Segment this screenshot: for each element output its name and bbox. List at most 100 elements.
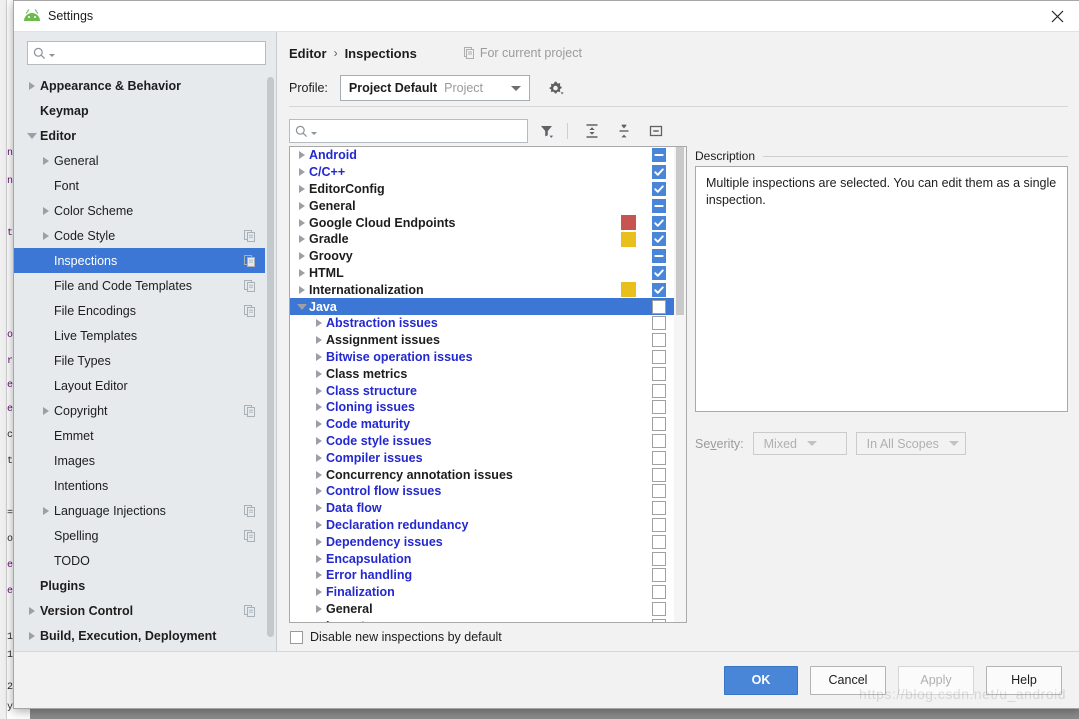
inspection-row[interactable]: C/C++ (290, 164, 674, 181)
inspection-checkbox[interactable] (652, 400, 666, 415)
chevron-right-icon[interactable] (312, 336, 326, 345)
inspection-checkbox[interactable] (652, 165, 666, 180)
inspection-row[interactable]: Java (290, 298, 674, 315)
chevron-right-icon[interactable] (312, 319, 326, 328)
chevron-right-icon[interactable] (24, 631, 40, 640)
inspection-row[interactable]: Gradle (290, 231, 674, 248)
chevron-down-icon[interactable] (295, 303, 309, 310)
chevron-right-icon[interactable] (295, 201, 309, 210)
sidebar-item-plugins[interactable]: Plugins (14, 573, 276, 598)
chevron-right-icon[interactable] (295, 252, 309, 261)
inspection-row[interactable]: Code maturity (290, 416, 674, 433)
sidebar-item-file-encodings[interactable]: File Encodings (14, 298, 276, 323)
chevron-right-icon[interactable] (38, 506, 54, 515)
inspection-row[interactable]: Error handling (290, 567, 674, 584)
inspection-checkbox[interactable] (652, 148, 666, 163)
sidebar-item-layout-editor[interactable]: Layout Editor (14, 373, 276, 398)
inspection-checkbox[interactable] (652, 467, 666, 482)
sidebar-item-spelling[interactable]: Spelling (14, 523, 276, 548)
expand-all-icon[interactable] (579, 119, 605, 143)
sidebar-search-input[interactable] (55, 45, 260, 61)
inspections-search-input[interactable] (317, 123, 522, 139)
chevron-right-icon[interactable] (24, 606, 40, 615)
chevron-right-icon[interactable] (295, 168, 309, 177)
inspection-row[interactable]: Finalization (290, 584, 674, 601)
disable-new-inspections-checkbox[interactable] (290, 630, 303, 644)
chevron-right-icon[interactable] (295, 285, 309, 294)
inspection-row[interactable]: Google Cloud Endpoints (290, 214, 674, 231)
sidebar-item-language-injections[interactable]: Language Injections (14, 498, 276, 523)
chevron-right-icon[interactable] (295, 184, 309, 193)
inspection-checkbox[interactable] (652, 232, 666, 247)
inspection-row[interactable]: Concurrency annotation issues (290, 466, 674, 483)
inspection-row[interactable]: HTML (290, 265, 674, 282)
profile-dropdown[interactable]: Project Default Project (339, 75, 530, 101)
inspection-checkbox[interactable] (652, 450, 666, 465)
chevron-right-icon[interactable] (312, 604, 326, 613)
chevron-right-icon[interactable] (312, 571, 326, 580)
chevron-right-icon[interactable] (312, 436, 326, 445)
sidebar-item-intentions[interactable]: Intentions (14, 473, 276, 498)
chevron-right-icon[interactable] (312, 520, 326, 529)
inspection-row[interactable]: Groovy (290, 248, 674, 265)
inspection-checkbox[interactable] (652, 417, 666, 432)
filter-icon[interactable] (534, 119, 560, 143)
collapse-all-icon[interactable] (611, 119, 637, 143)
inspection-row[interactable]: Declaration redundancy (290, 517, 674, 534)
collapse-icon[interactable] (643, 119, 669, 143)
inspection-checkbox[interactable] (652, 433, 666, 448)
inspections-scrollbar[interactable] (674, 147, 686, 622)
inspection-row[interactable]: Code style issues (290, 433, 674, 450)
sidebar-item-keymap[interactable]: Keymap (14, 98, 276, 123)
inspection-row[interactable]: Imports (290, 617, 674, 622)
cancel-button[interactable]: Cancel (810, 665, 886, 695)
inspection-checkbox[interactable] (652, 551, 666, 566)
chevron-down-icon[interactable] (503, 85, 529, 91)
inspection-row[interactable]: Encapsulation (290, 550, 674, 567)
inspection-checkbox[interactable] (652, 215, 666, 230)
inspection-checkbox[interactable] (652, 568, 666, 583)
sidebar-item-file-types[interactable]: File Types (14, 348, 276, 373)
inspection-checkbox[interactable] (652, 265, 666, 280)
inspection-checkbox[interactable] (652, 366, 666, 381)
inspection-checkbox[interactable] (652, 282, 666, 297)
sidebar-item-emmet[interactable]: Emmet (14, 423, 276, 448)
chevron-right-icon[interactable] (295, 218, 309, 227)
inspections-tree[interactable]: Android C/C++ EditorConfig General Google Cl… (289, 146, 687, 623)
chevron-right-icon[interactable] (295, 235, 309, 244)
chevron-right-icon[interactable] (295, 151, 309, 160)
inspection-row[interactable]: Data flow (290, 500, 674, 517)
inspection-checkbox[interactable] (652, 585, 666, 600)
inspection-row[interactable]: Android (290, 147, 674, 164)
chevron-right-icon[interactable] (38, 406, 54, 415)
settings-category-tree[interactable]: Appearance & Behavior Keymap Editor General… (14, 73, 276, 651)
sidebar-item-color-scheme[interactable]: Color Scheme (14, 198, 276, 223)
sidebar-item-appearance-behavior[interactable]: Appearance & Behavior (14, 73, 276, 98)
close-icon[interactable] (1034, 2, 1079, 31)
sidebar-item-images[interactable]: Images (14, 448, 276, 473)
inspection-checkbox[interactable] (652, 181, 666, 196)
inspection-checkbox[interactable] (652, 501, 666, 516)
sidebar-item-build-execution-deployment[interactable]: Build, Execution, Deployment (14, 623, 276, 648)
inspection-row[interactable]: Bitwise operation issues (290, 349, 674, 366)
inspection-checkbox[interactable] (652, 484, 666, 499)
inspection-checkbox[interactable] (652, 198, 666, 213)
chevron-right-icon[interactable] (312, 352, 326, 361)
sidebar-item-file-and-code-templates[interactable]: File and Code Templates (14, 273, 276, 298)
chevron-right-icon[interactable] (38, 206, 54, 215)
inspection-checkbox[interactable] (652, 534, 666, 549)
help-button[interactable]: Help (986, 665, 1062, 695)
gear-icon[interactable] (546, 78, 566, 98)
sidebar-item-copyright[interactable]: Copyright (14, 398, 276, 423)
sidebar-item-general[interactable]: General (14, 148, 276, 173)
chevron-right-icon[interactable] (312, 504, 326, 513)
chevron-right-icon[interactable] (312, 420, 326, 429)
sidebar-item-version-control[interactable]: Version Control (14, 598, 276, 623)
breadcrumb-parent[interactable]: Editor (289, 46, 327, 61)
sidebar-item-code-style[interactable]: Code Style (14, 223, 276, 248)
chevron-right-icon[interactable] (312, 386, 326, 395)
inspection-row[interactable]: Abstraction issues (290, 315, 674, 332)
chevron-right-icon[interactable] (312, 537, 326, 546)
chevron-right-icon[interactable] (312, 554, 326, 563)
sidebar-item-editor[interactable]: Editor (14, 123, 276, 148)
